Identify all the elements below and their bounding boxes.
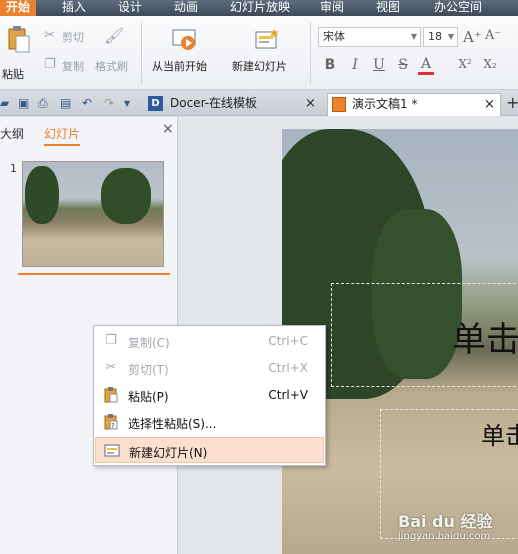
menu-tab-review[interactable]: 审阅 [314,0,350,16]
close-icon[interactable]: × [305,93,316,114]
font-size-value: 18 [428,30,442,43]
underline-button[interactable]: U [371,57,387,73]
from-current-label: 从当前开始 [152,60,207,73]
divider [310,22,311,84]
close-panel-button[interactable]: × [162,121,174,137]
presentation-app: 开始 插入 设计 动画 幻灯片放映 审阅 视图 办公空间 粘贴 ✂ 剪切 ❐ 复… [0,0,518,554]
chevron-down-icon[interactable]: ▼ [124,99,130,108]
new-slide-icon [104,443,120,459]
font-color-button[interactable]: A [418,56,434,75]
menu-bar: 开始 插入 设计 动画 幻灯片放映 审阅 视图 办公空间 [0,0,518,16]
menu-tab-animation[interactable]: 动画 [168,0,204,16]
from-current-button[interactable]: 从当前开始 [150,26,220,82]
italic-button[interactable]: I [347,57,363,73]
docer-icon: D [148,96,163,111]
menu-tab-slideshow[interactable]: 幻灯片放映 [224,0,296,16]
scissors-icon: ✂ [44,28,55,43]
tab-slides[interactable]: 幻灯片 [44,125,81,146]
paste-label: 粘贴 [2,68,24,81]
context-item-copy[interactable]: ❐ 复制(C) Ctrl+C [95,328,324,354]
strikethrough-button[interactable]: S [395,57,411,73]
ribbon: 粘贴 ✂ 剪切 ❐ 复制 🖌 格式刷 从当前开始 ✱ 新建幻灯片 宋体 ▼ 18 ▼… [0,16,518,90]
superscript-button[interactable]: X² [455,57,475,71]
close-icon[interactable]: × [484,94,495,115]
presentation-icon [332,97,346,112]
context-item-cut[interactable]: ✂ 剪切(T) Ctrl+X [95,355,324,381]
new-tab-button[interactable]: + [506,93,518,112]
subtitle-placeholder-text: 单击 [481,422,518,450]
baidu-watermark: Bai du 经验 jingyan.baidu.com [398,508,492,542]
svg-text:✱: ✱ [270,29,278,40]
context-item-shortcut: Ctrl+X [268,361,308,375]
grow-font-button[interactable]: A⁺ [463,28,482,46]
slide-number: 1 [10,162,17,175]
menu-tab-insert[interactable]: 插入 [56,0,92,16]
divider [141,22,142,84]
tab-docer[interactable]: D Docer-在线模板 × [144,93,321,116]
paste-icon [103,387,119,403]
title-placeholder[interactable]: 单击 [331,283,518,387]
tab-document-label: 演示文稿1 * [352,97,418,111]
open-folder-icon[interactable]: ▰ [0,96,9,110]
context-item-label: 粘贴(P) [128,390,169,404]
context-item-paste-special[interactable]: ? 选择性粘贴(S)... [95,409,324,435]
print-preview-icon[interactable]: ▤ [60,96,71,110]
thumbnail-tree [25,166,59,224]
context-item-label: 新建幻灯片(N) [129,446,208,460]
tab-document[interactable]: 演示文稿1 * × [327,93,501,116]
format-painter-button[interactable]: 格式刷 [95,58,128,74]
bold-button[interactable]: B [322,57,338,73]
new-slide-button[interactable]: ✱ 新建幻灯片 [230,26,306,82]
svg-text:?: ? [111,422,115,430]
copy-icon: ❐ [105,333,117,348]
cut-button[interactable]: 剪切 [62,29,84,45]
brush-icon: 🖌 [104,26,125,45]
scissors-icon: ✂ [105,360,117,375]
font-name-select[interactable]: 宋体 ▼ [318,27,421,47]
menu-tab-home[interactable]: 开始 [0,0,36,16]
watermark-url: jingyan.baidu.com [398,531,491,542]
context-item-shortcut: Ctrl+C [268,334,308,348]
new-slide-icon: ✱ [255,29,278,49]
print-icon[interactable]: ⎙ [38,96,48,111]
copy-button[interactable]: 复制 [62,58,84,74]
tab-outline[interactable]: 大纲 [0,125,24,142]
copy-icon: ❐ [44,57,56,72]
watermark-brand: Bai du 经验 [398,512,493,531]
menu-tab-design[interactable]: 设计 [112,0,148,16]
context-item-label: 选择性粘贴(S)... [128,417,217,431]
menu-tab-view[interactable]: 视图 [370,0,406,16]
context-menu: ❐ 复制(C) Ctrl+C ✂ 剪切(T) Ctrl+X 粘贴(P) Ctrl… [93,325,326,466]
context-item-new-slide[interactable]: 新建幻灯片(N) [95,437,324,463]
chevron-down-icon: ▼ [447,32,454,41]
slide-thumbnail[interactable] [22,161,164,267]
context-item-label: 剪切(T) [128,363,169,377]
title-placeholder-text: 单击 [452,320,518,360]
chevron-down-icon: ▼ [410,32,417,41]
save-icon[interactable]: ▣ [18,96,29,110]
redo-icon[interactable]: ↷ [104,96,114,110]
shrink-font-button[interactable]: A⁻ [485,28,501,43]
font-size-select[interactable]: 18 ▼ [423,27,458,47]
menu-tab-office-space[interactable]: 办公空间 [428,0,488,16]
paste-button[interactable]: 粘贴 [2,26,36,82]
font-name-value: 宋体 [323,30,345,43]
undo-icon[interactable]: ↶ [82,96,92,110]
new-slide-label: 新建幻灯片 [232,60,287,73]
insert-position-line [18,273,170,275]
subscript-button[interactable]: X₂ [480,57,500,71]
paste-icon [8,26,30,53]
paste-special-icon: ? [103,414,119,430]
context-item-shortcut: Ctrl+V [268,388,308,402]
context-item-label: 复制(C) [128,336,170,350]
slideshow-play-icon [172,29,196,50]
document-tab-bar: ▰ ▣ ⎙ ▤ ↶ ↷ ▼ D Docer-在线模板 × 演示文稿1 * × + [0,90,518,116]
tab-docer-label: Docer-在线模板 [170,96,258,110]
thumbnail-tree [101,168,151,224]
context-item-paste[interactable]: 粘贴(P) Ctrl+V [95,382,324,408]
